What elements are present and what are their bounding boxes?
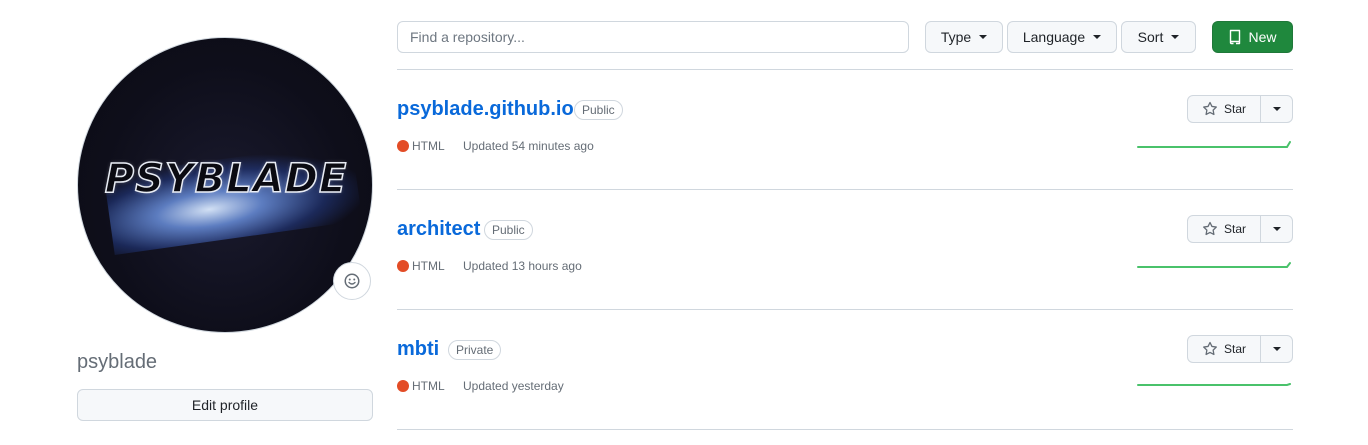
language-color-dot (397, 140, 409, 152)
repo-updated-time: Updated 13 hours ago (463, 259, 582, 273)
profile-username: psyblade (77, 351, 158, 373)
star-button-group: Star (1187, 215, 1293, 243)
repo-list-item: psyblade.github.io Public HTML Updated 5… (397, 70, 1293, 190)
star-button[interactable]: Star (1188, 216, 1261, 242)
repo-list-item: architect Public HTML Updated 13 hours a… (397, 190, 1293, 310)
avatar-logo-text: PSYBLADE (104, 155, 348, 203)
star-list-dropdown[interactable] (1261, 96, 1292, 122)
divider (397, 429, 1293, 430)
caret-down-icon (979, 35, 988, 39)
sort-filter-label: Sort (1137, 29, 1164, 45)
new-repository-button[interactable]: New (1212, 21, 1293, 53)
type-filter-button[interactable]: Type (925, 21, 1003, 53)
language-filter-button[interactable]: Language (1007, 21, 1117, 53)
caret-down-icon (1093, 35, 1102, 39)
visibility-badge: Private (448, 340, 502, 360)
star-button[interactable]: Star (1188, 336, 1261, 362)
caret-down-icon (1171, 35, 1180, 39)
repo-language: HTML (412, 379, 445, 393)
star-label: Star (1223, 102, 1246, 116)
repo-icon (1230, 29, 1241, 45)
edit-profile-button[interactable]: Edit profile (77, 389, 373, 421)
star-list-dropdown[interactable] (1261, 336, 1292, 362)
visibility-badge: Public (484, 220, 533, 240)
new-button-label: New (1248, 29, 1277, 45)
language-color-dot (397, 260, 409, 272)
repo-name-link[interactable]: mbti (397, 338, 439, 361)
activity-sparkline (1137, 262, 1291, 268)
repo-updated-time: Updated yesterday (463, 379, 564, 393)
star-icon (1203, 101, 1217, 116)
caret-down-icon (1272, 347, 1281, 351)
star-button[interactable]: Star (1188, 96, 1261, 122)
star-button-group: Star (1187, 95, 1293, 123)
caret-down-icon (1272, 227, 1281, 231)
set-status-button[interactable] (333, 262, 371, 300)
star-icon (1203, 221, 1217, 236)
avatar-container: PSYBLADE (77, 37, 373, 333)
repo-name-link[interactable]: psyblade.github.io (397, 98, 574, 121)
star-icon (1203, 341, 1217, 356)
type-filter-label: Type (940, 29, 972, 45)
caret-down-icon (1272, 107, 1281, 111)
language-color-dot (397, 380, 409, 392)
repo-language: HTML (412, 139, 445, 153)
repo-language: HTML (412, 259, 445, 273)
repo-list-item: mbti Private HTML Updated yesterday Star (397, 310, 1293, 430)
visibility-badge: Public (574, 100, 623, 120)
activity-sparkline (1137, 383, 1291, 386)
smiley-icon (344, 273, 360, 289)
star-list-dropdown[interactable] (1261, 216, 1292, 242)
star-button-group: Star (1187, 335, 1293, 363)
star-label: Star (1223, 342, 1246, 356)
star-label: Star (1223, 222, 1246, 236)
repo-name-link[interactable]: architect (397, 218, 480, 241)
language-filter-label: Language (1022, 29, 1086, 45)
repository-search-input[interactable] (397, 21, 909, 53)
activity-sparkline (1137, 141, 1291, 148)
sort-filter-button[interactable]: Sort (1121, 21, 1196, 53)
repo-updated-time: Updated 54 minutes ago (463, 139, 594, 153)
avatar[interactable]: PSYBLADE (77, 37, 373, 333)
